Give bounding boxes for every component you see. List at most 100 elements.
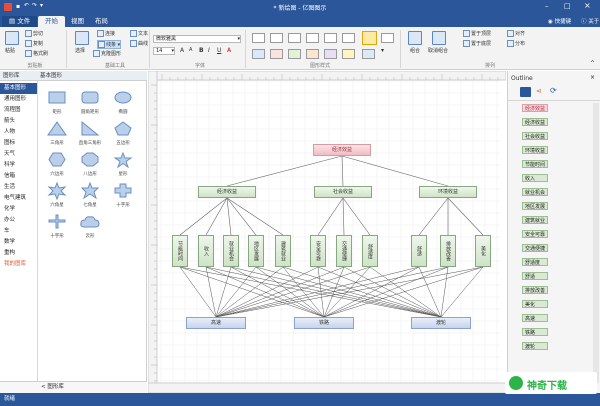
tab-layout[interactable]: 布局 (88, 16, 115, 27)
send-back-button[interactable]: 置于底层 (463, 40, 491, 47)
outline-item[interactable]: 渡轮 (522, 342, 548, 350)
outline-item[interactable]: 环境收益 (522, 146, 548, 154)
minimize-button[interactable]: – (545, 2, 549, 10)
paste-button[interactable]: 粘贴 (5, 47, 15, 54)
about-link[interactable]: ⓘ 关于 (581, 17, 599, 25)
outline-item[interactable]: 经济效益 (522, 104, 548, 112)
style-swatch[interactable] (381, 33, 394, 43)
style-swatch[interactable] (252, 33, 265, 43)
level2-node[interactable]: 美化 (475, 235, 491, 267)
curve-button[interactable]: 曲线 (130, 40, 148, 47)
star-shape[interactable]: 星形 (108, 151, 138, 181)
cross-shape[interactable]: 十字形 (108, 182, 138, 212)
style-swatch[interactable] (342, 49, 355, 59)
outline-item[interactable]: 排放改善 (522, 286, 548, 294)
category-item[interactable]: 通用图形 (0, 94, 37, 105)
clone-shape-button[interactable]: 克隆图形 (93, 50, 121, 57)
plus-shape[interactable]: 十字形 (42, 213, 72, 243)
category-item[interactable]: 流程图 (0, 105, 37, 116)
category-item[interactable]: 生活 (0, 182, 37, 193)
level3-node[interactable]: 铁路 (294, 317, 354, 329)
outline-item[interactable]: 舒适 (522, 272, 548, 280)
category-item[interactable]: 信箱 (0, 171, 37, 182)
style-swatch[interactable] (252, 49, 265, 59)
style-swatch[interactable] (324, 33, 337, 43)
outline-item[interactable]: 建筑就业 (522, 216, 548, 224)
category-item[interactable]: 我的图库 (0, 259, 37, 270)
level2-node[interactable]: 交通便捷 (336, 235, 352, 267)
italic-icon[interactable]: I (208, 47, 210, 54)
category-item[interactable]: 基本图形 (0, 83, 37, 94)
maximize-button[interactable]: □ (564, 2, 571, 10)
hexagon-shape[interactable]: 六边形 (42, 151, 72, 181)
tab-view[interactable]: 视图 (64, 16, 91, 27)
category-item[interactable]: 图标 (0, 138, 37, 149)
library-footer[interactable]: < 图形库 (37, 381, 147, 393)
root-node[interactable]: 经济效益 (313, 144, 371, 156)
share-icon[interactable]: ⋖ (536, 87, 542, 95)
level1-node[interactable]: 经济收益 (198, 186, 256, 198)
outline-item[interactable]: 就业机会 (522, 188, 548, 196)
seven-point-star-shape[interactable]: 七角星 (75, 182, 105, 212)
outline-scrollbar[interactable] (593, 103, 599, 383)
distribute-button[interactable]: 分布 (507, 40, 525, 47)
outline-item[interactable]: 铁路 (522, 328, 548, 336)
line-button[interactable]: 线条 ▾ (97, 40, 122, 49)
select-button[interactable]: 选择 (75, 47, 85, 54)
font-color-icon[interactable]: A (227, 47, 231, 54)
level1-node[interactable]: 社会收益 (314, 186, 372, 198)
tab-home[interactable]: 开始 (38, 16, 65, 27)
outline-item[interactable]: 高速 (522, 314, 548, 322)
style-swatch[interactable] (306, 33, 319, 43)
style-swatch[interactable] (270, 33, 283, 43)
format-painter-button[interactable]: 格式刷 (25, 50, 48, 57)
outline-item[interactable]: 节能时间 (522, 160, 548, 168)
style-swatch[interactable] (362, 49, 375, 59)
triangle-shape[interactable]: 三角形 (42, 120, 72, 150)
level2-node[interactable]: 收入 (198, 235, 214, 267)
outline-view-icon[interactable] (520, 87, 531, 97)
style-swatch-selected[interactable] (362, 31, 377, 45)
level2-node[interactable]: 安全可靠 (310, 235, 326, 267)
category-item[interactable]: 重构 (0, 248, 37, 259)
right-triangle-shape[interactable]: 直角三角形 (75, 120, 105, 150)
level2-node[interactable]: 建筑就业 (275, 235, 291, 267)
font-size-select[interactable]: 14 ▾ (153, 47, 175, 55)
connector-button[interactable]: 连接 (97, 30, 115, 37)
close-outline-icon[interactable]: × (590, 74, 595, 81)
level2-node[interactable]: 节能时间 (172, 235, 188, 267)
outline-item[interactable]: 收入 (522, 174, 548, 182)
text-button[interactable]: 文本 (130, 30, 148, 37)
category-item[interactable]: 科学 (0, 160, 37, 171)
shortcut-link[interactable]: ◉ 快捷键 (548, 17, 571, 25)
outline-item[interactable]: 地区发展 (522, 202, 548, 210)
category-item[interactable]: 办公 (0, 215, 37, 226)
font-name-select[interactable]: 微软雅黑 ▾ (153, 35, 241, 43)
category-item[interactable]: 车 (0, 226, 37, 237)
outline-item[interactable]: 交通便捷 (522, 244, 548, 252)
ellipse-shape[interactable]: 椭圆 (108, 89, 138, 119)
category-item[interactable]: 化学 (0, 204, 37, 215)
group-button[interactable]: 组合 (410, 47, 420, 54)
outline-item[interactable]: 美化 (522, 300, 548, 308)
cut-button[interactable]: 剪切 (25, 30, 43, 37)
outline-item[interactable]: 安全可靠 (522, 230, 548, 238)
category-item[interactable]: 箭头 (0, 116, 37, 127)
bring-front-button[interactable]: 置于顶层 (463, 30, 491, 37)
level2-node[interactable]: 地区发展 (248, 235, 264, 267)
bold-icon[interactable]: B (199, 47, 204, 54)
style-swatch[interactable] (306, 49, 319, 59)
category-item[interactable]: 人物 (0, 127, 37, 138)
level2-node[interactable]: 就业机会 (223, 235, 239, 267)
collapse-ribbon-icon[interactable]: ^ (590, 60, 595, 67)
close-button[interactable]: × (584, 1, 591, 10)
level1-node[interactable]: 环境收益 (419, 186, 477, 198)
drawing-canvas[interactable]: 经济效益经济收益 社会收益 环境收益节能时间 收入 就业机会 地区发展 建筑就业 安全可靠 交通… (147, 70, 507, 394)
align-button[interactable]: 对齐 (507, 30, 525, 37)
style-swatch[interactable] (288, 49, 301, 59)
style-swatch[interactable] (324, 49, 337, 59)
category-item[interactable]: 数学 (0, 237, 37, 248)
cloud-shape[interactable]: 云形 (75, 213, 105, 243)
decrease-font-icon[interactable]: A (189, 47, 192, 53)
category-item[interactable]: 电气建筑 (0, 193, 37, 204)
